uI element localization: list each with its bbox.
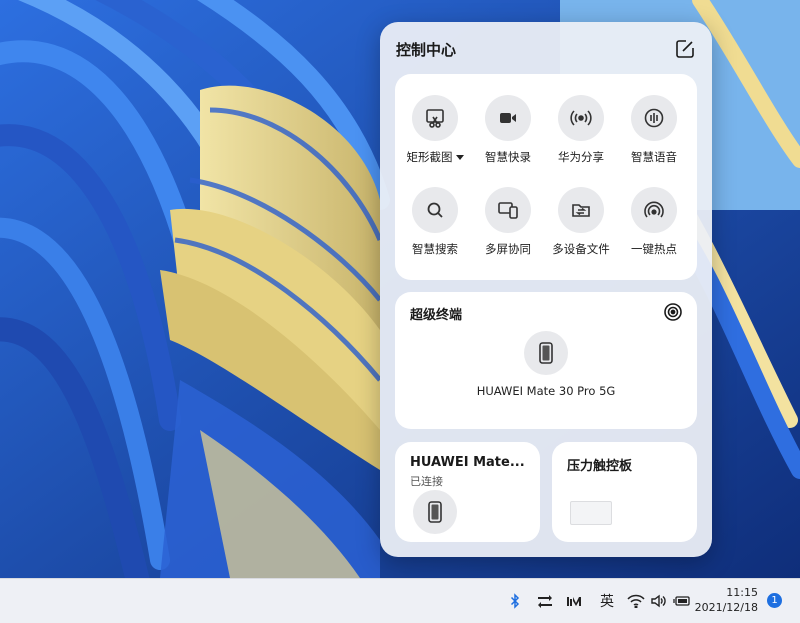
device-name: HUAWEI Mate 30 Pro 5G (476, 384, 616, 398)
phone-icon (413, 490, 457, 534)
phone-icon (539, 342, 553, 364)
edit-icon[interactable] (674, 38, 696, 60)
target-icon[interactable] (663, 302, 683, 322)
notification-badge[interactable]: 1 (767, 593, 782, 608)
quick-action-label: 智慧语音 (631, 150, 677, 164)
quick-action-screenshot[interactable]: 矩形截图 (398, 95, 472, 165)
ime-indicator[interactable]: 英 (598, 590, 616, 612)
phone-device-button[interactable] (524, 331, 568, 375)
battery-icon[interactable] (673, 590, 691, 612)
touchpad-icon (570, 501, 612, 525)
multi-device-files-icon (558, 187, 604, 233)
super-device-card: 超级终端 HUAWEI Mate 30 Pro 5G (395, 292, 697, 429)
voice-assistant-icon (631, 95, 677, 141)
quick-action-label: 矩形截图 (406, 150, 453, 164)
quick-action-label: 多设备文件 (552, 242, 610, 256)
quick-action-label: 华为分享 (558, 150, 604, 164)
control-center-panel: 控制中心 矩形截图 智慧快录 华为分享 智慧语音 智慧搜索 多屏协同 多设备文件… (380, 22, 712, 557)
video-record-icon (485, 95, 531, 141)
hotspot-icon (631, 187, 677, 233)
quick-action-label: 智慧搜索 (412, 242, 458, 256)
bluetooth-icon[interactable] (508, 590, 522, 612)
phone-connection-card[interactable]: HUAWEI Mate... 已连接 (395, 442, 540, 542)
huawei-share-icon (558, 95, 604, 141)
taskbar: 英 11:15 2021/12/18 1 (0, 578, 800, 623)
transfer-icon[interactable] (537, 590, 553, 612)
quick-action-smart-search[interactable]: 智慧搜索 (398, 187, 472, 257)
super-device-title: 超级终端 (410, 308, 463, 323)
screenshot-icon (412, 95, 458, 141)
quick-action-hotspot[interactable]: 一键热点 (617, 187, 691, 257)
quick-action-multi-device-files[interactable]: 多设备文件 (544, 187, 618, 257)
connection-status: 已连接 (410, 475, 443, 488)
touchpad-card[interactable]: 压力触控板 (552, 442, 697, 542)
control-center-title: 控制中心 (396, 41, 457, 59)
quick-action-label: 智慧快录 (485, 150, 531, 164)
touchpad-title: 压力触控板 (567, 459, 633, 474)
phone-name: HUAWEI Mate... (410, 455, 525, 470)
huawei-pc-manager-icon[interactable] (566, 590, 584, 612)
multi-screen-icon (485, 187, 531, 233)
quick-action-voice[interactable]: 智慧语音 (617, 95, 691, 165)
taskbar-clock[interactable]: 11:15 2021/12/18 (695, 585, 758, 615)
quick-action-multi-screen[interactable]: 多屏协同 (471, 187, 545, 257)
chevron-down-icon[interactable] (455, 155, 464, 160)
clock-date: 2021/12/18 (694, 601, 758, 614)
search-icon (412, 187, 458, 233)
quick-action-label: 多屏协同 (485, 242, 531, 256)
quick-action-smart-record[interactable]: 智慧快录 (471, 95, 545, 165)
volume-icon[interactable] (650, 590, 668, 612)
quick-action-huawei-share[interactable]: 华为分享 (544, 95, 618, 165)
wifi-icon[interactable] (627, 590, 645, 612)
quick-action-label: 一键热点 (631, 242, 677, 256)
quick-actions-card: 矩形截图 智慧快录 华为分享 智慧语音 智慧搜索 多屏协同 多设备文件 一键热点 (395, 74, 697, 280)
clock-time: 11:15 (726, 586, 758, 599)
